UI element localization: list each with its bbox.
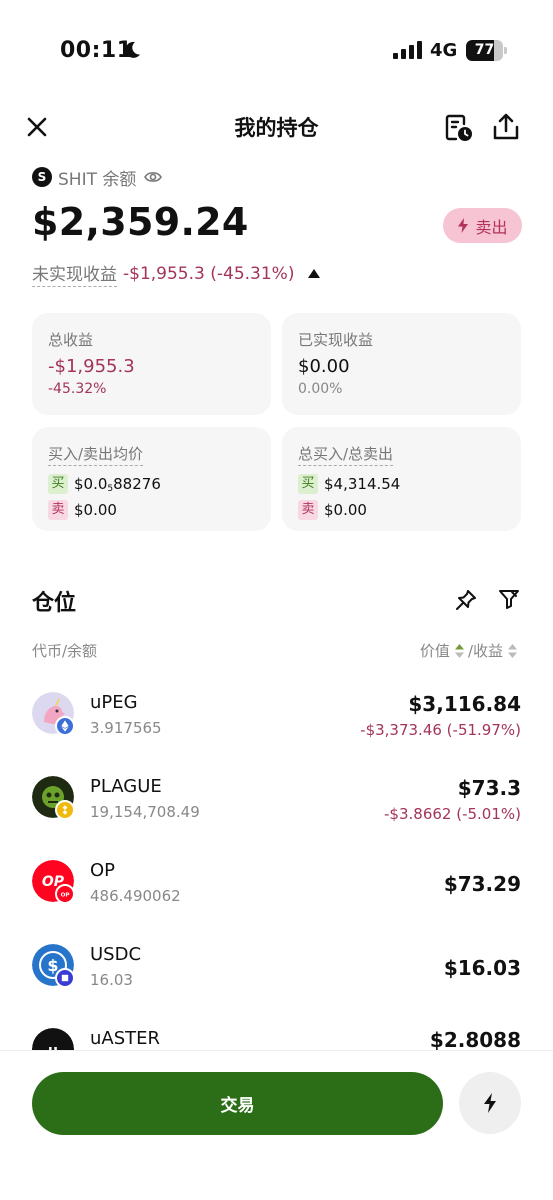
sort-icon[interactable] [508,643,517,658]
share-icon[interactable] [492,112,520,142]
optimism-chain-icon: OP [55,884,75,904]
asset-balance: 16.03 [90,971,133,989]
buy-tag: 买 [298,474,318,494]
asset-name: PLAGUE [90,776,162,797]
eye-icon[interactable] [144,170,163,184]
avg-buy-row: 买 $0.0588276 [48,474,255,494]
list-item[interactable]: uPEG 3.917565 $3,116.84 -$3,373.46 (-51.… [0,670,553,754]
trade-button[interactable]: 交易 [32,1072,443,1135]
bnb-chain-icon [55,800,75,820]
asset-name: uASTER [90,1028,161,1049]
avg-price-label: 买入/卖出均价 [48,443,144,466]
column-value-pnl: 价值 /收益 [420,640,521,661]
sort-icon[interactable] [454,643,464,658]
list-item[interactable]: $ USDC 16.03 $16.03 [0,922,553,1006]
realized-pnl-value: $0.00 [298,356,350,377]
total-pnl-card: 总收益 -$1,955.3 -45.32% [32,313,271,415]
buy-tag: 买 [48,474,68,494]
filter-icon[interactable] [497,587,521,611]
total-sell-value: $0.00 [324,501,367,519]
total-pnl-value: -$1,955.3 [48,356,135,377]
total-buy-value: $4,314.54 [324,475,401,493]
realized-pnl-card: 已实现收益 $0.00 0.00% [282,313,521,415]
balance-label: SHIT 余额 [58,169,137,190]
pin-icon[interactable] [454,588,478,612]
moon-icon [125,41,140,58]
totals-card: 总买入/总卖出 买 $4,314.54 卖 $0.00 [282,427,521,531]
avg-sell-price: $0.00 [74,501,117,519]
total-sell-row: 卖 $0.00 [298,500,505,520]
battery-icon: 77 [466,40,508,61]
sell-tag: 卖 [48,500,68,520]
asset-value: $3,116.84 [408,692,521,716]
realized-pnl-percent: 0.00% [298,381,343,397]
network-type: 4G [430,40,458,61]
svg-text:OP: OP [61,892,70,898]
battery-level: 77 [474,42,495,58]
avg-price-card: 买入/卖出均价 买 $0.0588276 卖 $0.00 [32,427,271,531]
asset-name: OP [90,860,116,881]
asset-name: uPEG [90,692,138,713]
totals-label: 总买入/总卖出 [298,443,394,466]
history-icon[interactable] [444,113,474,143]
asset-balance: 19,154,708.49 [90,803,200,821]
avg-sell-row: 卖 $0.00 [48,500,255,520]
lightning-icon [484,1093,496,1113]
asset-name: USDC [90,944,142,965]
token-logo-icon: S [32,167,52,187]
uaster-token-icon: u [32,1028,74,1050]
token-balance-label: S SHIT 余额 [32,165,163,190]
lightning-icon [458,218,469,233]
list-item[interactable]: PLAGUE 19,154,708.49 $73.3 -$3.8662 (-5.… [0,754,553,838]
realized-pnl-label: 已实现收益 [298,331,374,349]
balance-amount: $2,359.24 [32,200,249,244]
asset-value: $16.03 [443,956,521,980]
unrealized-pnl-label: 未实现收益 [32,260,117,287]
asset-value: $73.29 [443,872,521,896]
ethereum-icon [55,716,75,736]
asset-balance: 486.490062 [90,887,181,905]
unrealized-pnl-value: -$1,955.3 (-45.31%) [123,263,295,284]
base-chain-icon [55,968,75,988]
positions-list: uPEG 3.917565 $3,116.84 -$3,373.46 (-51.… [0,670,553,1050]
bottom-action-bar: 交易 [0,1050,553,1200]
header: 我的持仓 [0,100,553,154]
asset-pnl: -$3.8662 (-5.01%) [384,805,521,823]
sell-tag: 卖 [298,500,318,520]
status-bar: 00:11 4G 77 [0,0,553,100]
column-value-label[interactable]: 价值 [420,640,450,661]
quick-trade-button[interactable] [459,1072,521,1134]
triangle-up-icon[interactable] [308,269,321,278]
unrealized-pnl-row[interactable]: 未实现收益 -$1,955.3 (-45.31%) [32,260,321,287]
asset-pnl: -$3,373.46 (-51.97%) [360,721,521,739]
sell-button-label: 卖出 [475,217,508,237]
asset-value: $73.3 [457,776,521,800]
total-pnl-percent: -45.32% [48,381,107,397]
svg-text:u: u [48,1043,58,1050]
avg-buy-price: $0.0588276 [74,474,161,494]
signal-icon [393,41,422,59]
column-pnl-label[interactable]: /收益 [468,640,503,661]
list-item[interactable]: u uASTER $2.8088 [0,1006,553,1050]
asset-balance: 3.917565 [90,719,162,737]
total-buy-row: 买 $4,314.54 [298,474,505,494]
asset-value: $2.8088 [429,1028,521,1050]
total-pnl-label: 总收益 [48,331,94,349]
list-item[interactable]: OP OP OP 486.490062 $73.29 [0,838,553,922]
sell-button[interactable]: 卖出 [443,208,522,243]
positions-title: 仓位 [32,591,77,616]
column-token-balance: 代币/余额 [32,642,98,660]
